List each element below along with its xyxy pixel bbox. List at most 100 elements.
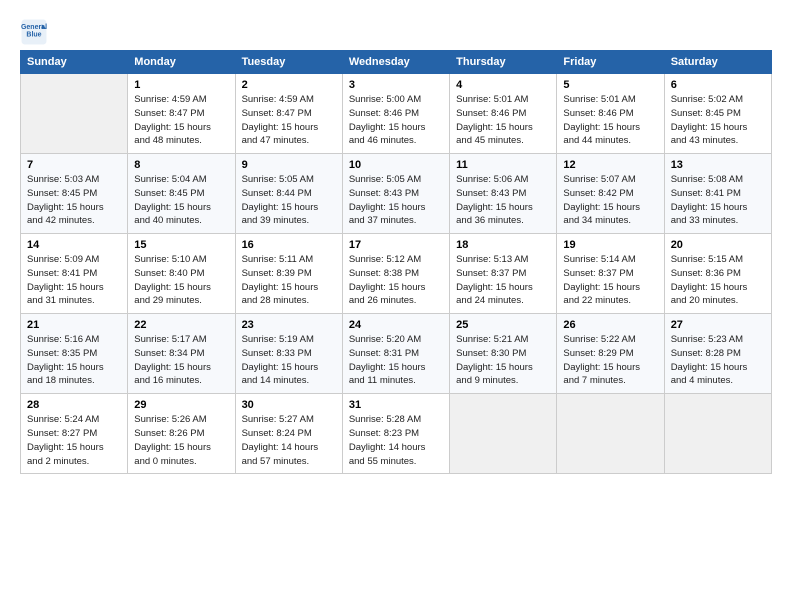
- day-info: Sunrise: 5:05 AMSunset: 8:44 PMDaylight:…: [242, 173, 336, 228]
- day-number: 20: [671, 239, 765, 251]
- day-number: 23: [242, 319, 336, 331]
- calendar-cell: 30 Sunrise: 5:27 AMSunset: 8:24 PMDayligh…: [235, 394, 342, 474]
- day-number: 26: [563, 319, 657, 331]
- day-info: Sunrise: 5:19 AMSunset: 8:33 PMDaylight:…: [242, 333, 336, 388]
- calendar-cell: 15 Sunrise: 5:10 AMSunset: 8:40 PMDayligh…: [128, 234, 235, 314]
- day-info: Sunrise: 5:07 AMSunset: 8:42 PMDaylight:…: [563, 173, 657, 228]
- col-header-friday: Friday: [557, 51, 664, 74]
- day-info: Sunrise: 4:59 AMSunset: 8:47 PMDaylight:…: [242, 93, 336, 148]
- day-number: 11: [456, 159, 550, 171]
- day-number: 2: [242, 79, 336, 91]
- day-info: Sunrise: 5:22 AMSunset: 8:29 PMDaylight:…: [563, 333, 657, 388]
- svg-text:Blue: Blue: [26, 32, 41, 39]
- week-row-3: 14 Sunrise: 5:09 AMSunset: 8:41 PMDayligh…: [21, 234, 772, 314]
- day-info: Sunrise: 5:06 AMSunset: 8:43 PMDaylight:…: [456, 173, 550, 228]
- calendar-cell: 20 Sunrise: 5:15 AMSunset: 8:36 PMDayligh…: [664, 234, 771, 314]
- day-number: 1: [134, 79, 228, 91]
- day-info: Sunrise: 5:09 AMSunset: 8:41 PMDaylight:…: [27, 253, 121, 308]
- calendar-cell: 1 Sunrise: 4:59 AMSunset: 8:47 PMDaylight…: [128, 74, 235, 154]
- day-info: Sunrise: 5:14 AMSunset: 8:37 PMDaylight:…: [563, 253, 657, 308]
- logo-icon: General Blue: [20, 18, 48, 46]
- day-info: Sunrise: 5:03 AMSunset: 8:45 PMDaylight:…: [27, 173, 121, 228]
- week-row-2: 7Sunrise: 5:03 AMSunset: 8:45 PMDaylight…: [21, 154, 772, 234]
- day-info: Sunrise: 5:28 AMSunset: 8:23 PMDaylight:…: [349, 413, 443, 468]
- day-number: 31: [349, 399, 443, 411]
- calendar-cell: 28 Sunrise: 5:24 AMSunset: 8:27 PMDayligh…: [21, 394, 128, 474]
- day-info: Sunrise: 5:27 AMSunset: 8:24 PMDaylight:…: [242, 413, 336, 468]
- calendar-cell: 6 Sunrise: 5:02 AMSunset: 8:45 PMDaylight…: [664, 74, 771, 154]
- day-info: Sunrise: 5:02 AMSunset: 8:45 PMDaylight:…: [671, 93, 765, 148]
- day-number: 13: [671, 159, 765, 171]
- day-number: 19: [563, 239, 657, 251]
- day-number: 14: [27, 239, 121, 251]
- col-header-thursday: Thursday: [450, 51, 557, 74]
- day-info: Sunrise: 5:08 AMSunset: 8:41 PMDaylight:…: [671, 173, 765, 228]
- day-number: 9: [242, 159, 336, 171]
- day-info: Sunrise: 5:17 AMSunset: 8:34 PMDaylight:…: [134, 333, 228, 388]
- day-number: 15: [134, 239, 228, 251]
- day-number: 28: [27, 399, 121, 411]
- calendar-cell: 27 Sunrise: 5:23 AMSunset: 8:28 PMDayligh…: [664, 314, 771, 394]
- day-info: Sunrise: 5:01 AMSunset: 8:46 PMDaylight:…: [563, 93, 657, 148]
- day-info: Sunrise: 5:13 AMSunset: 8:37 PMDaylight:…: [456, 253, 550, 308]
- day-info: Sunrise: 5:12 AMSunset: 8:38 PMDaylight:…: [349, 253, 443, 308]
- day-info: Sunrise: 5:24 AMSunset: 8:27 PMDaylight:…: [27, 413, 121, 468]
- day-number: 25: [456, 319, 550, 331]
- calendar-cell: 22 Sunrise: 5:17 AMSunset: 8:34 PMDayligh…: [128, 314, 235, 394]
- day-info: Sunrise: 5:15 AMSunset: 8:36 PMDaylight:…: [671, 253, 765, 308]
- col-header-saturday: Saturday: [664, 51, 771, 74]
- calendar-cell: 13 Sunrise: 5:08 AMSunset: 8:41 PMDayligh…: [664, 154, 771, 234]
- calendar-cell: 26 Sunrise: 5:22 AMSunset: 8:29 PMDayligh…: [557, 314, 664, 394]
- day-number: 3: [349, 79, 443, 91]
- day-info: Sunrise: 5:00 AMSunset: 8:46 PMDaylight:…: [349, 93, 443, 148]
- col-header-monday: Monday: [128, 51, 235, 74]
- calendar-cell: 9 Sunrise: 5:05 AMSunset: 8:44 PMDaylight…: [235, 154, 342, 234]
- calendar-cell: [557, 394, 664, 474]
- day-number: 8: [134, 159, 228, 171]
- calendar-cell: 2 Sunrise: 4:59 AMSunset: 8:47 PMDaylight…: [235, 74, 342, 154]
- calendar-cell: [450, 394, 557, 474]
- day-number: 4: [456, 79, 550, 91]
- calendar-cell: 24Sunrise: 5:20 AMSunset: 8:31 PMDayligh…: [342, 314, 449, 394]
- col-header-wednesday: Wednesday: [342, 51, 449, 74]
- day-info: Sunrise: 5:01 AMSunset: 8:46 PMDaylight:…: [456, 93, 550, 148]
- calendar-cell: 4 Sunrise: 5:01 AMSunset: 8:46 PMDaylight…: [450, 74, 557, 154]
- calendar-cell: 19 Sunrise: 5:14 AMSunset: 8:37 PMDayligh…: [557, 234, 664, 314]
- calendar-cell: 14 Sunrise: 5:09 AMSunset: 8:41 PMDayligh…: [21, 234, 128, 314]
- day-number: 29: [134, 399, 228, 411]
- header: General Blue: [20, 18, 772, 46]
- week-row-5: 28 Sunrise: 5:24 AMSunset: 8:27 PMDayligh…: [21, 394, 772, 474]
- day-number: 6: [671, 79, 765, 91]
- col-header-tuesday: Tuesday: [235, 51, 342, 74]
- calendar-cell: 10Sunrise: 5:05 AMSunset: 8:43 PMDayligh…: [342, 154, 449, 234]
- calendar-cell: 12Sunrise: 5:07 AMSunset: 8:42 PMDayligh…: [557, 154, 664, 234]
- calendar-cell: 31 Sunrise: 5:28 AMSunset: 8:23 PMDayligh…: [342, 394, 449, 474]
- day-info: Sunrise: 5:04 AMSunset: 8:45 PMDaylight:…: [134, 173, 228, 228]
- page: General Blue SundayMondayTuesdayWednesda…: [0, 0, 792, 484]
- day-number: 30: [242, 399, 336, 411]
- day-info: Sunrise: 5:16 AMSunset: 8:35 PMDaylight:…: [27, 333, 121, 388]
- day-info: Sunrise: 5:05 AMSunset: 8:43 PMDaylight:…: [349, 173, 443, 228]
- day-info: Sunrise: 5:26 AMSunset: 8:26 PMDaylight:…: [134, 413, 228, 468]
- week-row-4: 21 Sunrise: 5:16 AMSunset: 8:35 PMDayligh…: [21, 314, 772, 394]
- calendar-cell: 7Sunrise: 5:03 AMSunset: 8:45 PMDaylight…: [21, 154, 128, 234]
- day-info: Sunrise: 5:10 AMSunset: 8:40 PMDaylight:…: [134, 253, 228, 308]
- day-number: 21: [27, 319, 121, 331]
- col-header-sunday: Sunday: [21, 51, 128, 74]
- calendar-cell: 18 Sunrise: 5:13 AMSunset: 8:37 PMDayligh…: [450, 234, 557, 314]
- day-number: 22: [134, 319, 228, 331]
- day-number: 18: [456, 239, 550, 251]
- logo: General Blue: [20, 18, 52, 46]
- day-number: 27: [671, 319, 765, 331]
- day-number: 5: [563, 79, 657, 91]
- calendar-cell: [21, 74, 128, 154]
- day-info: Sunrise: 5:23 AMSunset: 8:28 PMDaylight:…: [671, 333, 765, 388]
- calendar-cell: 5 Sunrise: 5:01 AMSunset: 8:46 PMDaylight…: [557, 74, 664, 154]
- calendar-table: SundayMondayTuesdayWednesdayThursdayFrid…: [20, 50, 772, 474]
- day-info: Sunrise: 5:11 AMSunset: 8:39 PMDaylight:…: [242, 253, 336, 308]
- calendar-cell: 21 Sunrise: 5:16 AMSunset: 8:35 PMDayligh…: [21, 314, 128, 394]
- calendar-cell: 16Sunrise: 5:11 AMSunset: 8:39 PMDayligh…: [235, 234, 342, 314]
- day-info: Sunrise: 4:59 AMSunset: 8:47 PMDaylight:…: [134, 93, 228, 148]
- calendar-cell: 17Sunrise: 5:12 AMSunset: 8:38 PMDayligh…: [342, 234, 449, 314]
- day-info: Sunrise: 5:20 AMSunset: 8:31 PMDaylight:…: [349, 333, 443, 388]
